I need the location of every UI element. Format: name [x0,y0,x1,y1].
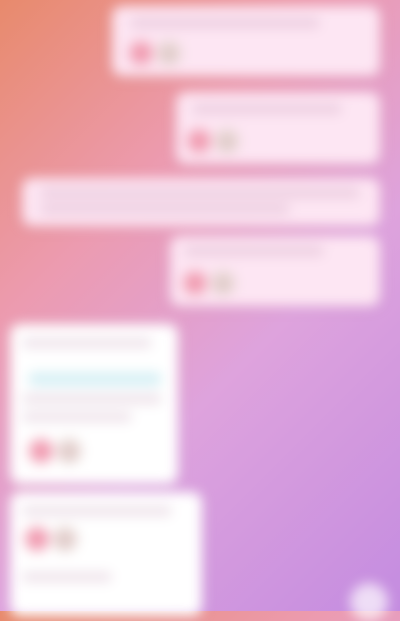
message-text [40,188,360,198]
message-text [22,506,172,516]
message-text [22,338,152,348]
reaction-bar[interactable]: ♥ ☺ [128,40,182,66]
smile-icon[interactable]: ☺ [210,270,236,296]
reaction-bar[interactable]: ♥ ☺ [28,438,82,464]
heart-icon[interactable]: ♥ [186,128,212,154]
smile-icon[interactable]: ☺ [56,438,82,464]
message-bubble[interactable]: ♥ ☺ [176,92,380,164]
message-text [192,104,342,114]
message-text [22,572,112,582]
heart-icon[interactable]: ♥ [28,438,54,464]
message-bubble[interactable]: ♥ ☺ [170,236,380,306]
smile-icon[interactable]: ☺ [156,40,182,66]
message-text [22,394,162,404]
heart-icon[interactable]: ♥ [24,526,50,552]
message-text [40,204,290,214]
message-text [130,18,320,28]
reaction-bar[interactable]: ♥ ☺ [182,270,236,296]
reaction-bar[interactable]: ♥ ☺ [186,128,240,154]
message-bubble[interactable]: ♥ ☺ [10,324,178,484]
message-text [22,412,132,422]
link-highlight[interactable] [28,372,162,386]
message-bubble[interactable] [22,178,380,226]
message-text [184,246,324,256]
smile-icon[interactable]: ☺ [52,526,78,552]
reaction-bar[interactable]: ♥ ☺ [24,526,78,552]
smile-icon[interactable]: ☺ [214,128,240,154]
scroll-to-bottom-button[interactable] [350,583,388,621]
message-bubble[interactable]: ♥ ☺ [10,492,202,616]
heart-icon[interactable]: ♥ [128,40,154,66]
message-bubble[interactable]: ♥ ☺ [112,6,380,76]
heart-icon[interactable]: ♥ [182,270,208,296]
